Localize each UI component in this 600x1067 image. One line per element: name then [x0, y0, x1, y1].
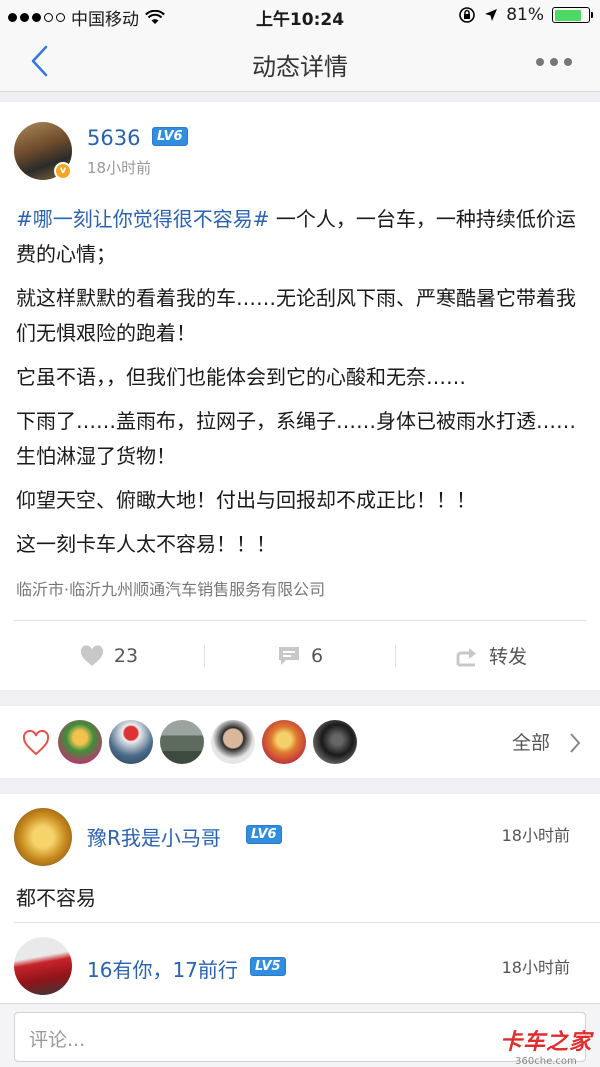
post-actions: 23 6 转发	[14, 620, 586, 690]
post-paragraph: 它虽不语，，但我们也能体会到它的心酸和无奈……	[16, 365, 466, 389]
liker-avatar[interactable]	[160, 720, 204, 764]
commenter-name[interactable]: 16有你，17前行	[87, 954, 238, 983]
navigation-bar: 动态详情	[0, 30, 600, 92]
post-body: #哪一刻让你觉得很不容易# 一个人，一台车，一种持续低价运费的心情； 就这样默默…	[16, 202, 588, 571]
commenter-avatar[interactable]	[14, 808, 72, 866]
likers-row[interactable]: 全部	[0, 706, 600, 778]
post-paragraph: 仰望天空、俯瞰大地！付出与回报却不成正比！！！	[16, 488, 476, 512]
post-paragraph: 这一刻卡车人太不容易！！！	[16, 532, 276, 556]
watermark-brand: 卡车之家	[499, 1030, 592, 1055]
forward-button[interactable]: 转发	[396, 642, 586, 669]
comment-button[interactable]: 6	[205, 645, 395, 667]
comment-input-placeholder: 评论...	[29, 1029, 86, 1051]
liker-avatar[interactable]	[211, 720, 255, 764]
battery-icon	[552, 7, 593, 23]
more-options-icon[interactable]	[536, 58, 572, 66]
like-count: 23	[113, 644, 139, 667]
comment-bubble-icon	[278, 646, 299, 665]
post-card: v 5636 LV6 18小时前 #哪一刻让你觉得很不容易# 一个人，一台车，一…	[0, 102, 600, 690]
location-arrow-icon	[485, 9, 498, 21]
heart-outline-icon[interactable]	[22, 730, 50, 756]
comment-time: 18小时前	[501, 826, 570, 845]
share-icon	[456, 647, 476, 666]
page-title: 动态详情	[252, 53, 348, 81]
post-paragraph: 就这样默默的看着我的车……无论刮风下雨、严寒酷暑它带着我们无惧艰险的跑着！	[16, 286, 576, 345]
battery-percent: 81%	[506, 5, 544, 25]
watermark-domain: 360che.com	[515, 1056, 577, 1067]
post-time: 18小时前	[87, 159, 152, 177]
liker-avatar[interactable]	[58, 720, 102, 764]
forward-label: 转发	[488, 646, 527, 668]
orientation-lock-icon	[459, 7, 476, 23]
site-watermark: 卡车之家 360che.com	[500, 1024, 592, 1067]
comments-list: 豫R我是小马哥 LV6 18小时前 都不容易 16有你，17前行 LV5 18小…	[0, 794, 600, 1006]
comment-count: 6	[310, 644, 324, 667]
level-badge: LV6	[246, 825, 282, 844]
level-badge: LV6	[152, 127, 188, 146]
view-all-likers[interactable]: 全部	[512, 728, 550, 755]
comment-text: 都不容易	[16, 886, 96, 910]
status-bar: 中国移动 上午10:24 81%	[0, 0, 600, 30]
comment-item[interactable]: 16有你，17前行 LV5 18小时前	[0, 923, 600, 1006]
commenter-avatar[interactable]	[14, 937, 72, 995]
verified-badge-icon: v	[54, 162, 72, 180]
liker-avatar[interactable]	[109, 720, 153, 764]
author-name[interactable]: 5636	[87, 126, 140, 150]
comment-time: 18小时前	[501, 958, 570, 977]
liker-avatar[interactable]	[313, 720, 357, 764]
post-paragraph: 下雨了……盖雨布，拉网子，系绳子……身体已被雨水打透……生怕淋湿了货物！	[16, 409, 576, 468]
hashtag-link[interactable]: #哪一刻让你觉得很不容易#	[16, 207, 270, 231]
level-badge: LV5	[250, 957, 286, 976]
post-location[interactable]: 临沂市·临沂九州顺通汽车销售服务有限公司	[16, 576, 325, 600]
commenter-name[interactable]: 豫R我是小马哥	[87, 822, 221, 851]
heart-icon	[80, 644, 103, 666]
like-button[interactable]: 23	[14, 645, 204, 667]
chevron-right-icon[interactable]	[568, 732, 582, 754]
post-paragraph: #哪一刻让你觉得很不容易# 一个人，一台车，一种持续低价运费的心情；	[16, 207, 576, 266]
comment-item[interactable]: 豫R我是小马哥 LV6 18小时前 都不容易	[0, 794, 600, 922]
liker-avatar[interactable]	[262, 720, 306, 764]
